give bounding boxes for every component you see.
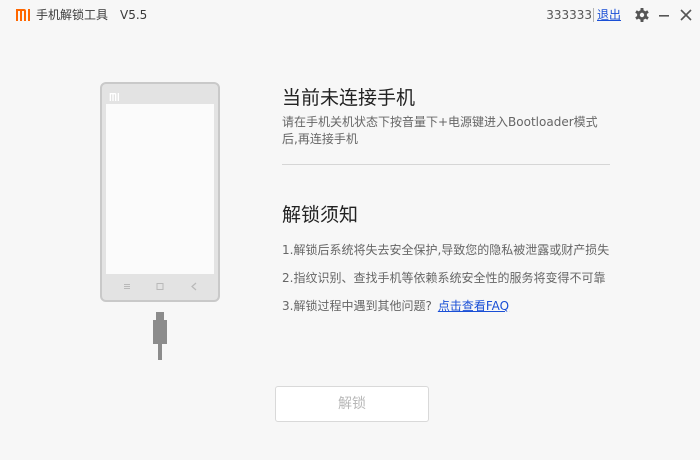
unlock-notes-heading: 解锁须知 [282, 204, 359, 226]
title-separator [593, 8, 594, 22]
unlock-note-3-text: 3.解锁过程中遇到其他问题? [282, 299, 432, 313]
close-icon [680, 9, 692, 21]
usb-cable-icon [153, 312, 167, 360]
settings-button[interactable] [633, 6, 651, 24]
phone-nav-keys-icon [124, 282, 197, 291]
logout-link[interactable]: 退出 [597, 8, 621, 22]
phone-mi-logo [109, 93, 121, 103]
unlock-note-2: 2.指纹识别、查找手机等依赖系统安全性的服务将变得不可靠 [282, 271, 606, 285]
phone-mi-logo-icon [109, 93, 119, 101]
gear-icon [635, 8, 649, 22]
account-id: 333333 [546, 8, 592, 22]
unlock-button[interactable]: 解锁 [275, 386, 429, 422]
close-button[interactable] [677, 6, 695, 24]
unlock-note-3: 3.解锁过程中遇到其他问题? 点击查看FAQ [282, 298, 509, 314]
connection-instruction: 请在手机关机状态下按音量下+电源键进入Bootloader模式后,再连接手机 [282, 115, 598, 146]
mi-logo [16, 9, 32, 24]
app-version: V5.5 [120, 8, 148, 22]
connection-status-heading: 当前未连接手机 [282, 87, 416, 109]
phone-screen [106, 104, 214, 274]
faq-link[interactable]: 点击查看FAQ [438, 299, 509, 313]
minimize-icon [659, 15, 669, 17]
section-divider [282, 164, 610, 165]
phone-illustration-icon [100, 82, 220, 302]
mi-logo-icon [16, 9, 30, 21]
minimize-button[interactable] [655, 6, 673, 24]
unlock-note-1: 1.解锁后系统将失去安全保护,导致您的隐私被泄露或财产损失 [282, 243, 610, 257]
title-bar: 手机解锁工具 V5.5 333333 退出 [0, 0, 700, 30]
app-title: 手机解锁工具 [36, 8, 109, 22]
